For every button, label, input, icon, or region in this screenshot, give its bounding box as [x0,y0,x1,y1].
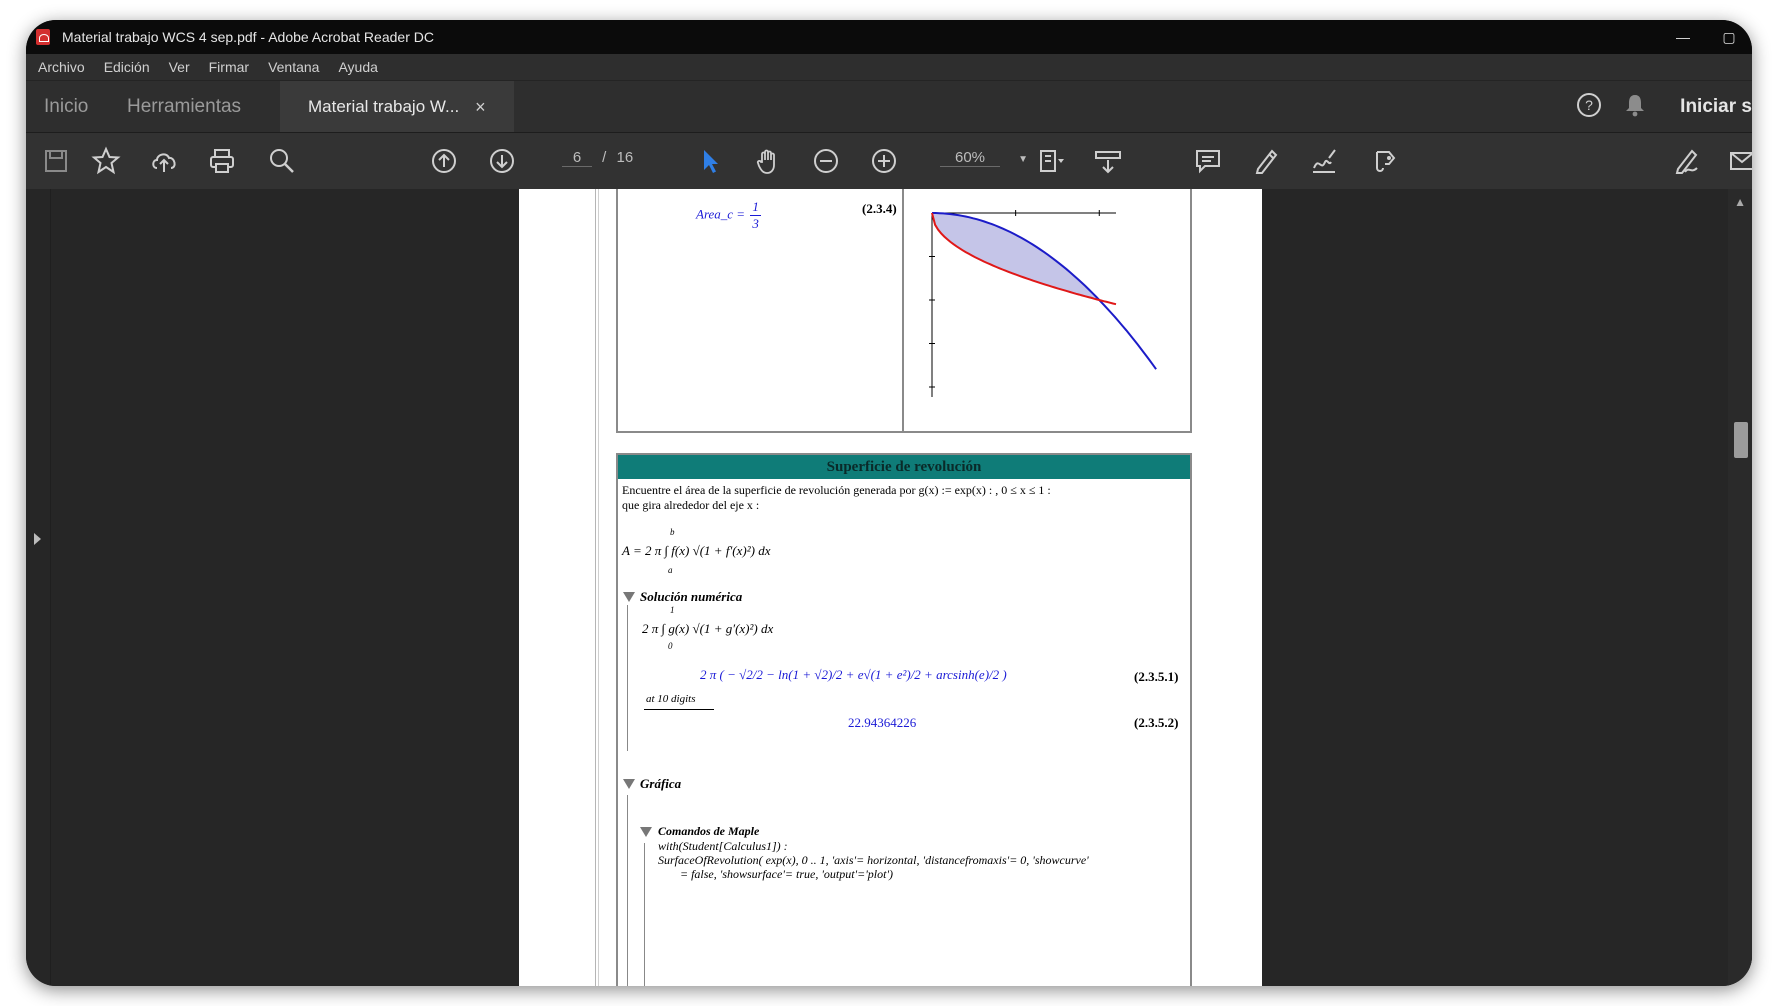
fill-sign-icon[interactable] [1668,143,1704,179]
group-bracket [627,605,628,751]
grafica-heading: Gráfica [640,776,682,791]
tab-document-label: Material trabajo W... [308,97,460,116]
highlight-pen-icon[interactable] [1248,143,1284,179]
print-icon[interactable] [204,143,240,179]
maximize-button[interactable]: ▢ [1706,20,1752,54]
comment-icon[interactable] [1190,143,1226,179]
tab-document[interactable]: Material trabajo W... × [280,81,514,133]
result-box: Area_c = 1 3 (2.3.4) [616,189,1192,433]
zoom-out-icon[interactable] [808,143,844,179]
area-plot [929,210,1157,397]
area-numerator: 1 [750,199,761,216]
select-arrow-icon[interactable] [692,143,728,179]
email-icon[interactable] [1724,143,1752,179]
page-margin-line-2 [598,189,599,986]
search-zoom-icon[interactable] [264,143,300,179]
page-number-field[interactable]: 6 / 16 [562,149,633,167]
equation-number-2352: (2.3.5.2) [1134,715,1179,730]
collapse-triangle-icon-3[interactable] [640,827,652,837]
page-margin-line [595,189,596,986]
zoom-value: 60% [940,149,1000,167]
shaded-area [932,213,1100,300]
acrobat-logo-icon [36,29,50,45]
maple-command-2: SurfaceOfRevolution( exp(x), 0 .. 1, 'ax… [658,853,1089,867]
title-bar: Material trabajo WCS 4 sep.pdf - Adobe A… [26,20,1752,54]
help-icon[interactable]: ? [1576,92,1602,123]
arrow-line [644,709,714,710]
scroll-mode-icon[interactable] [1090,143,1126,179]
result-expression: 2 π ( − √2/2 − ln(1 + √2)/2 + e√(1 + e²)… [700,667,1007,682]
area-equation: Area_c = 1 3 [696,199,761,232]
solucion-heading: Solución numérica [640,589,743,604]
digits-label: at 10 digits [646,693,696,705]
tab-bar: Inicio Herramientas Material trabajo W..… [26,80,1752,133]
section-superficie: Superficie de revolución Encuentre el ár… [616,453,1192,986]
scroll-thumb[interactable] [1734,422,1748,458]
scroll-up-icon[interactable]: ▲ [1734,195,1746,209]
page-separator: / [602,149,607,166]
tab-inicio-label: Inicio [44,96,89,117]
menu-edicion[interactable]: Edición [104,59,150,75]
signin-button[interactable]: Iniciar s [1680,96,1752,118]
svg-text:?: ? [1585,97,1593,113]
pdf-page: Area_c = 1 3 (2.3.4) Superficie de revol… [519,189,1262,986]
share-icon[interactable] [1364,143,1400,179]
area-label: Area_c = [696,206,746,222]
tab-herramientas[interactable]: Herramientas [127,81,241,133]
menu-archivo[interactable]: Archivo [38,59,85,75]
left-panel-toggle[interactable] [26,189,51,986]
menu-ventana[interactable]: Ventana [268,59,319,75]
result-value: 22.94364226 [848,715,917,730]
sign-icon[interactable] [1306,143,1342,179]
maple-command-3: = false, 'showsurface'= true, 'output'='… [680,867,894,881]
page-current[interactable]: 6 [562,149,592,167]
minimize-button[interactable]: — [1660,20,1706,54]
area-denominator: 3 [752,216,759,231]
menu-ver[interactable]: Ver [169,59,190,75]
group-bracket-2 [627,795,628,986]
equation-number-2351: (2.3.5.1) [1134,669,1179,684]
bookmark-star-icon[interactable] [88,143,124,179]
int-upper-b: b [670,527,675,537]
menu-bar: Archivo Edición Ver Firmar Ventana Ayuda [26,54,1752,80]
group-bracket-3 [644,843,645,986]
save-icon[interactable] [38,143,74,179]
expand-arrow-icon[interactable] [34,533,41,545]
page-up-icon[interactable] [426,143,462,179]
formula-surface: 2 π ∫ g(x) √(1 + g′(x)²) dx [642,621,774,636]
menu-ayuda[interactable]: Ayuda [338,59,377,75]
problem-line-1: Encuentre el área de la superficie de re… [622,483,1051,497]
comandos-heading: Comandos de Maple [658,824,760,838]
fit-page-icon[interactable] [1032,143,1068,179]
hand-icon[interactable] [750,143,786,179]
collapse-triangle-icon-2[interactable] [623,779,635,789]
tab-close-icon[interactable]: × [475,97,486,118]
tab-inicio[interactable]: Inicio [44,81,88,133]
formula-area: A = 2 π ∫ f(x) √(1 + f′(x)²) dx [622,543,771,558]
section-title: Superficie de revolución [618,455,1190,479]
upload-cloud-icon[interactable] [146,143,182,179]
tab-herramientas-label: Herramientas [127,96,242,117]
menu-firmar[interactable]: Firmar [209,59,249,75]
equation-number-234: (2.3.4) [862,201,897,216]
acrobat-window: Material trabajo WCS 4 sep.pdf - Adobe A… [26,20,1752,986]
zoom-in-icon[interactable] [866,143,902,179]
zoom-chevron-icon[interactable]: ▼ [1018,154,1028,165]
notification-bell-icon[interactable] [1624,93,1646,122]
int-lower-0: 0 [668,641,673,651]
page-down-icon[interactable] [484,143,520,179]
toolbar: 6 / 16 60% ▼ [26,132,1752,190]
vertical-scrollbar[interactable]: ▲ [1728,189,1752,986]
maple-command-1: with(Student[Calculus1]) : [658,839,788,853]
int-lower-a: a [668,565,673,575]
page-total: 16 [616,149,634,166]
int-upper-1: 1 [670,605,675,615]
collapse-triangle-icon[interactable] [623,592,635,602]
zoom-dropdown[interactable]: 60% ▼ [940,149,1028,167]
problem-line-2: que gira alrededor del eje x : [622,498,760,512]
result-box-divider [902,189,904,431]
window-title: Material trabajo WCS 4 sep.pdf - Adobe A… [62,29,434,45]
